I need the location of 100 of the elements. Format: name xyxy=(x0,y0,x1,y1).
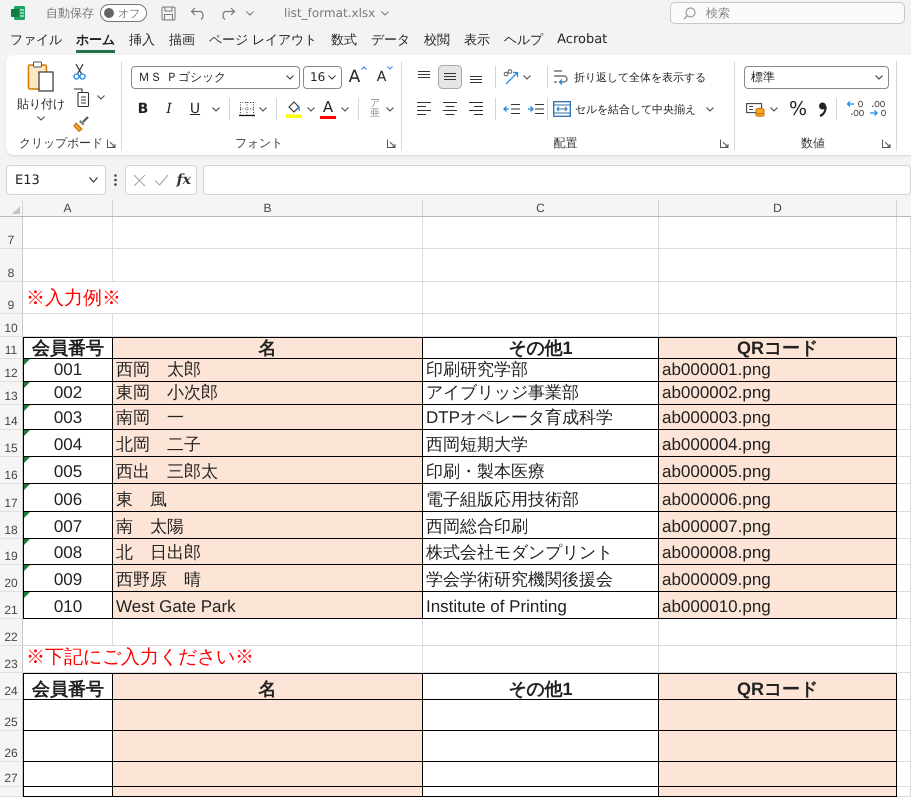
paint-bucket-icon[interactable] xyxy=(286,100,303,118)
banknote-icon[interactable] xyxy=(746,100,766,118)
caret-icon[interactable] xyxy=(523,74,531,80)
autosave-toggle[interactable]: オフ xyxy=(100,4,147,22)
comma-icon[interactable] xyxy=(818,102,827,116)
merge-center-button[interactable]: セルを結合して中央揃え xyxy=(553,97,696,121)
name-box[interactable]: E13 xyxy=(6,165,106,195)
error-indicator-icon[interactable] xyxy=(24,359,30,365)
ribbon-tab[interactable]: データ xyxy=(371,29,410,53)
ribbon-tab[interactable]: 数式 xyxy=(331,29,358,53)
formula-input[interactable] xyxy=(202,165,911,195)
dialog-launcher-icon[interactable] xyxy=(720,139,729,148)
paste-button[interactable]: 貼り付け xyxy=(15,61,67,127)
header-cell: QRコード xyxy=(659,337,897,359)
table-cell: 西岡 太郎 xyxy=(113,359,423,382)
empty-cell[interactable] xyxy=(659,700,897,731)
error-indicator-icon[interactable] xyxy=(24,539,30,545)
dialog-launcher-icon[interactable] xyxy=(882,139,891,148)
caret-icon[interactable] xyxy=(341,106,349,112)
increase-indent-icon[interactable] xyxy=(527,101,545,117)
ribbon-tab[interactable]: ヘルプ xyxy=(504,29,544,53)
empty-cell[interactable] xyxy=(659,731,897,762)
caret-icon[interactable] xyxy=(37,116,45,121)
error-indicator-icon[interactable] xyxy=(24,382,30,388)
error-indicator-icon[interactable] xyxy=(24,565,30,571)
italic-button[interactable]: I xyxy=(160,98,178,120)
ribbon-tab[interactable]: 挿入 xyxy=(129,29,155,53)
empty-cell[interactable] xyxy=(659,762,897,787)
phonetic-guide-button[interactable]: ア 亜 xyxy=(368,99,382,119)
empty-cell[interactable] xyxy=(113,731,423,762)
increase-decimal-icon[interactable] xyxy=(846,100,865,118)
bold-button[interactable]: B xyxy=(134,98,152,120)
align-middle-icon[interactable] xyxy=(438,65,462,89)
paintbrush-icon[interactable] xyxy=(73,115,90,132)
empty-cell[interactable] xyxy=(659,787,897,797)
caret-icon[interactable] xyxy=(386,106,394,112)
header-cell: 名 xyxy=(113,337,423,359)
group-label: 配置 xyxy=(554,135,578,152)
underline-button[interactable]: U xyxy=(186,98,204,120)
empty-cell[interactable] xyxy=(113,700,423,731)
header-cell: 名 xyxy=(113,673,423,700)
ribbon-tab[interactable]: 校閲 xyxy=(424,29,450,53)
ribbon-tab[interactable]: ファイル xyxy=(10,29,62,53)
font-size-dropdown[interactable]: 16 xyxy=(303,66,342,88)
decrease-indent-icon[interactable] xyxy=(503,101,521,117)
column-header[interactable]: A xyxy=(23,200,113,216)
caret-icon[interactable] xyxy=(286,74,294,80)
scissors-icon[interactable] xyxy=(73,63,86,80)
error-indicator-icon[interactable] xyxy=(24,405,30,411)
shrink-font-button[interactable]: A xyxy=(374,66,396,88)
number-format-dropdown[interactable]: 標準 xyxy=(744,66,889,88)
table-cell: 西野原 晴 xyxy=(113,565,423,592)
decrease-decimal-icon[interactable] xyxy=(869,100,888,118)
dialog-launcher-icon[interactable] xyxy=(387,139,396,148)
borders-icon[interactable] xyxy=(239,101,255,117)
caret-icon[interactable] xyxy=(328,74,336,80)
caret-icon[interactable] xyxy=(259,106,267,112)
ribbon-tab[interactable]: 表示 xyxy=(464,29,490,53)
font-color-button[interactable]: A xyxy=(319,98,337,120)
error-indicator-icon[interactable] xyxy=(24,430,30,436)
table-cell: 北 日出郎 xyxy=(113,539,423,565)
ribbon-tab[interactable]: Acrobat xyxy=(557,29,608,53)
caret-icon[interactable] xyxy=(97,95,105,100)
angled-text-icon[interactable] xyxy=(503,69,521,85)
error-indicator-icon[interactable] xyxy=(24,457,30,463)
ribbon-tab[interactable]: 描画 xyxy=(169,29,195,53)
table-cell: 学会学術研究機関後援会 xyxy=(423,565,659,592)
wrap-text-button[interactable]: 折り返して全体を表示する xyxy=(553,65,706,89)
caret-icon[interactable] xyxy=(770,106,778,112)
row-header: 24 xyxy=(0,673,23,700)
caret-icon[interactable] xyxy=(307,106,315,112)
more-icon[interactable] xyxy=(114,174,117,186)
copy-icon[interactable] xyxy=(73,88,90,107)
error-indicator-icon[interactable] xyxy=(24,592,30,598)
insert-function-button[interactable]: fx xyxy=(176,172,192,188)
merge-cells-icon xyxy=(553,101,571,117)
font-name-dropdown[interactable]: ＭＳ Ｐゴシック xyxy=(131,66,300,88)
caret-icon[interactable] xyxy=(212,106,220,112)
column-header[interactable]: C xyxy=(423,200,659,216)
caret-icon[interactable] xyxy=(706,106,714,112)
row-header: 23 xyxy=(0,646,23,673)
empty-cell[interactable] xyxy=(113,762,423,787)
checkmark-icon[interactable] xyxy=(154,174,169,186)
table-cell: ab000009.png xyxy=(659,565,897,592)
column-header[interactable]: B xyxy=(113,200,423,216)
row-header: 25 xyxy=(0,700,23,731)
table-cell: 印刷研究学部 xyxy=(423,359,659,382)
empty-cell[interactable] xyxy=(113,787,423,797)
caret-icon[interactable] xyxy=(875,74,883,80)
spreadsheet-logo-icon[interactable] xyxy=(10,5,26,21)
save-icon[interactable] xyxy=(161,6,176,20)
table-cell: ab000005.png xyxy=(659,457,897,484)
column-header[interactable]: D xyxy=(659,200,897,216)
ribbon-tab[interactable]: ページ レイアウト xyxy=(209,29,318,53)
error-indicator-icon[interactable] xyxy=(24,512,30,518)
dialog-launcher-icon[interactable] xyxy=(107,139,116,148)
grow-font-button[interactable]: A xyxy=(347,66,369,88)
percent-button[interactable]: % xyxy=(788,98,808,120)
caret-icon[interactable] xyxy=(88,177,98,183)
error-indicator-icon[interactable] xyxy=(24,484,30,490)
